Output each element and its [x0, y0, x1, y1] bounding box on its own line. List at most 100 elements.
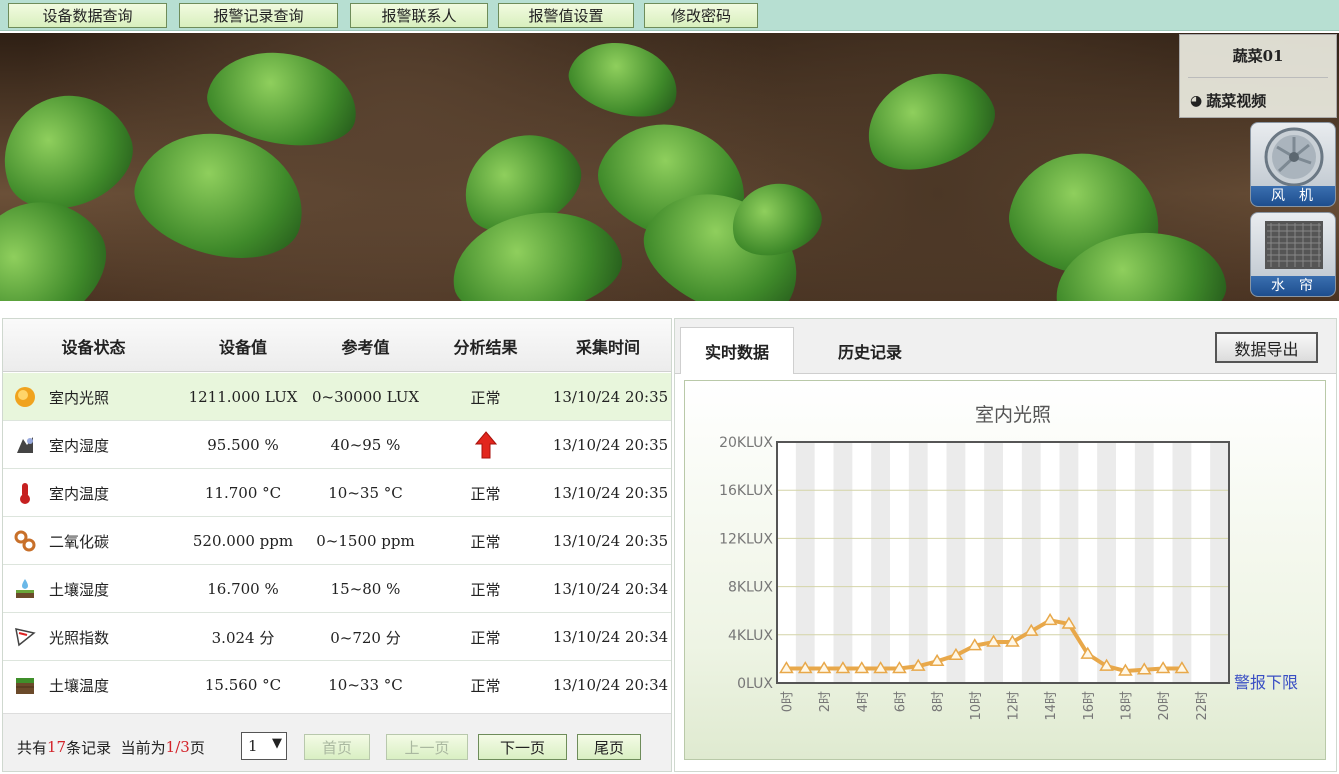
soil-moisture-icon: [16, 579, 34, 598]
table-header: 设备状态 设备值 参考值 分析结果 采集时间: [3, 319, 671, 372]
water-curtain-control-button[interactable]: 水帘: [1250, 212, 1336, 297]
x-tick-label: 0时: [780, 691, 795, 712]
sensor-time: 13/10/24 20:35: [552, 436, 669, 454]
prev-page-button[interactable]: 上一页: [386, 734, 468, 760]
x-tick-label: 16时: [1082, 691, 1097, 721]
water-curtain-label: 水帘: [1251, 276, 1335, 296]
pagination-mid: 条记录 当前为: [66, 738, 166, 757]
plot-stripe: [1172, 442, 1192, 683]
y-tick-label: 12KLUX: [719, 531, 773, 547]
sensor-name: 土壤湿度: [49, 580, 110, 599]
table-row[interactable]: 土壤湿度 16.700 % 15~80 % 正常 13/10/24 20:34: [3, 565, 671, 613]
sensor-value: 520.000 ppm: [192, 532, 294, 550]
x-tick-label: 10时: [969, 691, 984, 721]
sensor-time: 13/10/24 20:34: [552, 676, 669, 694]
y-tick-label: 20KLUX: [719, 435, 773, 451]
export-data-button[interactable]: 数据导出: [1215, 332, 1318, 363]
x-tick-label: 4时: [856, 691, 871, 712]
x-tick-label: 18时: [1119, 691, 1134, 721]
next-page-button[interactable]: 下一页: [478, 734, 567, 760]
table-row[interactable]: 室内光照 1211.000 LUX 0~30000 LUX 正常 13/10/2…: [3, 373, 671, 421]
nav-alarm-record-query[interactable]: 报警记录查询: [179, 3, 338, 28]
fan-label: 风机: [1251, 186, 1335, 206]
pagination-info: 共有 17 条记录 当前为 1/3 页: [17, 734, 205, 760]
page-select[interactable]: 1 ▼: [241, 732, 287, 760]
tab-history-records[interactable]: 历史记录: [810, 327, 930, 374]
sensor-time: 13/10/24 20:35: [552, 532, 669, 550]
last-page-button[interactable]: 尾页: [577, 734, 641, 760]
nav-device-data-query[interactable]: 设备数据查询: [8, 3, 167, 28]
sensor-time: 13/10/24 20:35: [552, 388, 669, 406]
plot-stripe: [946, 442, 966, 683]
plot-stripe: [795, 442, 815, 683]
chart-tab-bar: 实时数据 历史记录 数据导出: [675, 319, 1336, 374]
first-page-button[interactable]: 首页: [304, 734, 370, 760]
soil-temp-icon: [16, 678, 34, 694]
x-tick-label: 14时: [1044, 691, 1059, 721]
sensor-time: 13/10/24 20:34: [552, 580, 669, 598]
sensor-name: 室内光照: [49, 388, 110, 407]
nav-change-password[interactable]: 修改密码: [644, 3, 758, 28]
greenhouse-selector-panel: 蔬菜01 ◕ 蔬菜视频: [1179, 34, 1337, 118]
sensor-result: 正常: [470, 676, 501, 695]
up-arrow-icon: [474, 431, 497, 459]
sensor-value: 11.700 °C: [204, 484, 282, 502]
sensor-name: 室内温度: [49, 484, 110, 503]
sensor-result: 正常: [470, 484, 501, 503]
alarm-lower-limit-label: 警报下限: [1234, 673, 1298, 692]
pagination-prefix: 共有: [17, 738, 48, 757]
sensor-value: 15.560 °C: [204, 676, 282, 694]
y-tick-label: 4KLUX: [728, 628, 773, 644]
chart-title: 室内光照: [975, 404, 1051, 426]
video-link[interactable]: ◕ 蔬菜视频: [1190, 90, 1266, 111]
table-row[interactable]: 室内温度 11.700 °C 10~35 °C 正常 13/10/24 20:3…: [3, 469, 671, 517]
plot-stripe: [984, 442, 1003, 683]
sensor-result: 正常: [470, 628, 501, 647]
header-device-status: 设备状态: [61, 337, 126, 357]
humidity-icon: [17, 437, 33, 453]
sensor-value: 16.700 %: [207, 580, 279, 598]
nav-alarm-threshold-settings[interactable]: 报警值设置: [498, 3, 634, 28]
plot-stripe: [1134, 442, 1154, 683]
nav-alarm-contacts[interactable]: 报警联系人: [350, 3, 488, 28]
sensor-reference: 0~720 分: [330, 628, 401, 647]
sensor-reference: 10~35 °C: [328, 484, 403, 502]
sensor-reference: 15~80 %: [330, 580, 401, 598]
table-row[interactable]: 光照指数 3.024 分 0~720 分 正常 13/10/24 20:34: [3, 613, 671, 661]
x-tick-label: 2时: [818, 691, 833, 712]
plot-stripe: [833, 442, 853, 683]
top-nav-bar: 设备数据查询 报警记录查询 报警联系人 报警值设置 修改密码: [0, 0, 1339, 31]
sensor-result: 正常: [470, 532, 501, 551]
sensor-data-table: 设备状态 设备值 参考值 分析结果 采集时间 室内光照 1211.000 LUX…: [2, 318, 672, 772]
sensor-value: 95.500 %: [207, 436, 279, 454]
header-reference-value: 参考值: [341, 337, 390, 357]
sensor-name: 二氧化碳: [49, 532, 110, 551]
table-row[interactable]: 土壤温度 15.560 °C 10~33 °C 正常 13/10/24 20:3…: [3, 661, 671, 709]
sensor-name: 光照指数: [49, 628, 110, 647]
x-tick-label: 8时: [931, 691, 946, 712]
plot-stripe: [1097, 442, 1116, 683]
pagination-bar: 共有 17 条记录 当前为 1/3 页 1 ▼ 首页 上一页 下一页 尾页: [3, 713, 671, 771]
y-tick-label: 8KLUX: [728, 580, 773, 596]
plot-stripe: [1059, 442, 1079, 683]
tab-realtime-data[interactable]: 实时数据: [680, 327, 794, 374]
table-row[interactable]: 室内湿度 95.500 % 40~95 % 13/10/24 20:35: [3, 421, 671, 469]
sensor-reference: 10~33 °C: [328, 676, 403, 694]
light-chart-svg: 0LUX 4KLUX 8KLUX 12KLUX 16KLUX 20KLUX 室内光照 0时 2时…: [719, 404, 1298, 721]
video-link-label: 蔬菜视频: [1206, 92, 1267, 110]
sensor-reference: 0~1500 ppm: [316, 532, 415, 550]
sensor-time: 13/10/24 20:34: [552, 628, 669, 646]
plot-stripe: [908, 442, 928, 683]
plot-stripe: [871, 442, 890, 683]
x-tick-label: 12时: [1006, 691, 1021, 721]
sensor-result: 正常: [470, 388, 501, 407]
table-row[interactable]: 二氧化碳 520.000 ppm 0~1500 ppm 正常 13/10/24 …: [3, 517, 671, 565]
light-chart: 0LUX 4KLUX 8KLUX 12KLUX 16KLUX 20KLUX 室内光照 0时 2时…: [684, 380, 1326, 760]
chevron-down-icon: ▼: [272, 736, 282, 751]
co2-icon: [14, 530, 36, 552]
chart-panel: 实时数据 历史记录 数据导出 0LUX 4KLUX 8KLUX 12KLUX 16KLU…: [674, 318, 1337, 772]
fan-control-button[interactable]: 风机: [1250, 122, 1336, 207]
camera-icon: ◕: [1190, 92, 1203, 109]
sensor-time: 13/10/24 20:35: [552, 484, 669, 502]
water-curtain-icon: [1265, 221, 1323, 269]
